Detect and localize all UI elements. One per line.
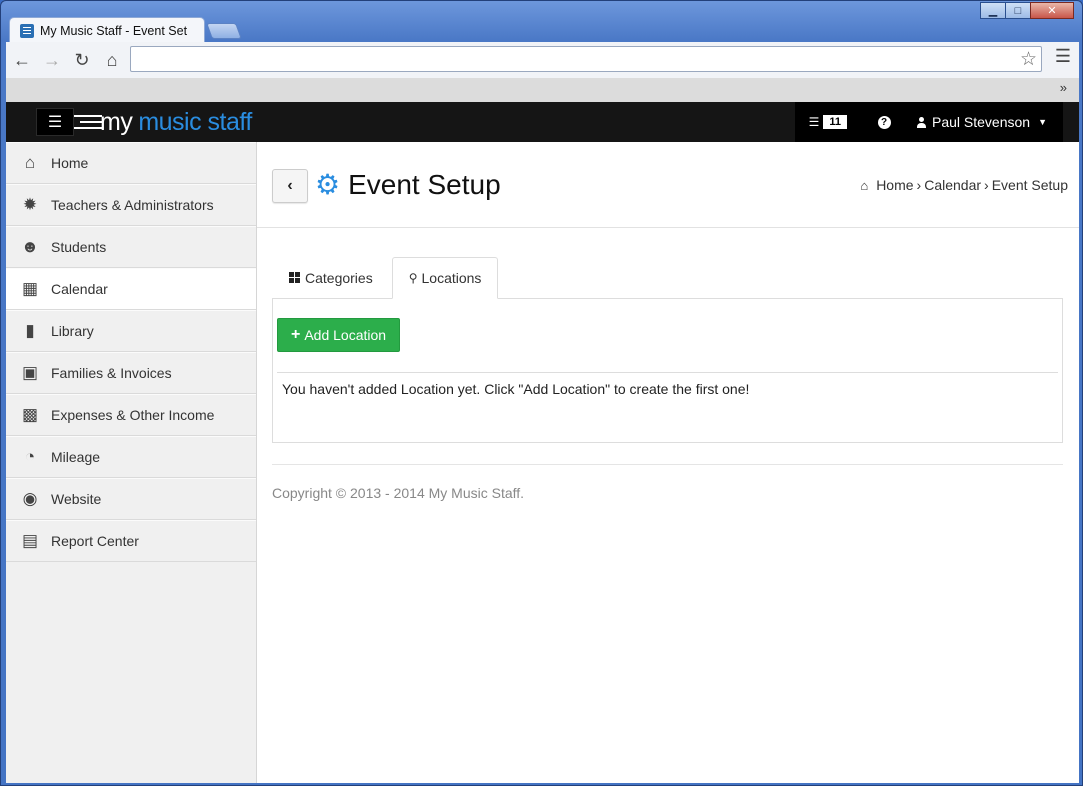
footer-divider bbox=[272, 464, 1063, 465]
page-title-text: Event Setup bbox=[348, 168, 501, 200]
rss-count-badge: 11 bbox=[823, 115, 847, 129]
main-content: ‹ ⚙ Event Setup ⌂ Home › Calendar › Even… bbox=[257, 142, 1079, 783]
breadcrumb-calendar[interactable]: Calendar bbox=[924, 177, 981, 193]
logo[interactable]: my music staff bbox=[74, 105, 252, 139]
browser-tab[interactable]: My Music Staff - Event Set bbox=[9, 17, 205, 43]
sidebar-item-label: Website bbox=[51, 491, 102, 507]
sidebar-item-mileage[interactable]: ◔ Mileage bbox=[6, 436, 256, 478]
book-icon: ▮ bbox=[25, 321, 35, 340]
back-button[interactable]: ‹ bbox=[272, 169, 308, 203]
empty-state-message: You haven't added Location yet. Click "A… bbox=[282, 381, 750, 397]
help-button[interactable]: ? bbox=[871, 102, 897, 142]
favicon-icon bbox=[20, 23, 34, 38]
page-title: ⚙ Event Setup bbox=[315, 168, 501, 201]
question-icon: ? bbox=[877, 115, 891, 129]
users-icon: ☻ bbox=[21, 237, 39, 256]
sidebar-item-label: Students bbox=[51, 239, 107, 255]
locations-panel: + Add Location You haven't added Locatio… bbox=[272, 298, 1063, 443]
maximize-button[interactable]: □ bbox=[1005, 2, 1031, 19]
reload-icon[interactable]: ↻ bbox=[68, 46, 96, 74]
sidebar-item-label: Library bbox=[51, 323, 94, 339]
sidebar: ⌂ Home ✹ Teachers & Administrators ☻ Stu… bbox=[6, 142, 257, 783]
rss-icon: ☰ bbox=[808, 115, 820, 129]
home-icon: ⌂ bbox=[24, 153, 36, 172]
sidebar-item-home[interactable]: ⌂ Home bbox=[6, 142, 256, 184]
minimize-button[interactable]: ▁ bbox=[980, 2, 1006, 19]
breadcrumb-current: Event Setup bbox=[991, 177, 1068, 193]
caret-down-icon: ▼ bbox=[1038, 117, 1047, 127]
sidebar-item-label: Expenses & Other Income bbox=[51, 407, 215, 423]
sidebar-item-teachers[interactable]: ✹ Teachers & Administrators bbox=[6, 184, 256, 226]
badge-icon: ✹ bbox=[22, 195, 38, 214]
close-button[interactable]: ✕ bbox=[1030, 2, 1074, 19]
browser-menu-icon[interactable]: ☰ bbox=[1055, 46, 1071, 67]
bookmarks-overflow-icon[interactable]: » bbox=[1060, 80, 1067, 95]
logo-text-rest: music staff bbox=[138, 107, 252, 136]
plus-icon: + bbox=[291, 326, 301, 343]
forward-arrow-icon[interactable]: → bbox=[38, 46, 66, 74]
tab-strip: My Music Staff - Event Set bbox=[9, 17, 242, 43]
gear-icon: ⚙ bbox=[315, 169, 341, 200]
content-tabs: Categories ⚲ Locations bbox=[272, 257, 1063, 299]
sidebar-item-label: Families & Invoices bbox=[51, 365, 172, 381]
breadcrumb-separator-icon: › bbox=[984, 177, 989, 193]
grid-icon bbox=[289, 272, 300, 283]
sidebar-item-label: Mileage bbox=[51, 449, 101, 465]
user-name: Paul Stevenson bbox=[932, 114, 1031, 130]
sidebar-item-students[interactable]: ☻ Students bbox=[6, 226, 256, 268]
app-viewport: ☰ my music staff ☰ 11 ? Paul Stevenson ▼ bbox=[6, 102, 1079, 783]
sidebar-item-label: Calendar bbox=[51, 281, 108, 297]
navbar-right: ☰ 11 ? Paul Stevenson ▼ bbox=[794, 102, 1063, 142]
sidebar-item-report-center[interactable]: ▤ Report Center bbox=[6, 520, 256, 562]
breadcrumb-home[interactable]: Home bbox=[876, 177, 913, 193]
logo-lines-icon bbox=[74, 115, 102, 129]
money-icon: ▣ bbox=[21, 363, 39, 382]
breadcrumb-separator-icon: › bbox=[916, 177, 922, 193]
tab-label: Categories bbox=[305, 269, 373, 286]
tab-categories[interactable]: Categories bbox=[272, 257, 390, 298]
calendar-icon: ▦ bbox=[21, 279, 39, 298]
top-navbar: ☰ my music staff ☰ 11 ? Paul Stevenson ▼ bbox=[6, 102, 1079, 142]
user-icon bbox=[917, 116, 926, 128]
map-marker-icon: ⚲ bbox=[408, 271, 418, 285]
chart-icon: ▩ bbox=[21, 405, 39, 424]
breadcrumb-home-icon: ⌂ bbox=[860, 177, 869, 193]
breadcrumb: ⌂ Home › Calendar › Event Setup bbox=[860, 177, 1068, 193]
sidebar-item-families[interactable]: ▣ Families & Invoices bbox=[6, 352, 256, 394]
tab-label: Locations bbox=[421, 270, 482, 286]
sidebar-item-website[interactable]: ◉ Website bbox=[6, 478, 256, 520]
dashboard-icon: ◔ bbox=[24, 447, 36, 466]
tab-locations[interactable]: ⚲ Locations bbox=[391, 257, 499, 299]
bookmark-star-icon[interactable]: ☆ bbox=[1020, 48, 1037, 71]
sidebar-item-label: Home bbox=[51, 155, 89, 171]
sidebar-item-label: Report Center bbox=[51, 533, 139, 549]
rss-feed-button[interactable]: ☰ 11 bbox=[795, 115, 863, 129]
sidebar-item-expenses[interactable]: ▩ Expenses & Other Income bbox=[6, 394, 256, 436]
browser-window: ▁ □ ✕ My Music Staff - Event Set ← → ↻ ⌂… bbox=[0, 0, 1083, 786]
tab-title: My Music Staff - Event Set bbox=[40, 23, 188, 38]
new-tab-button[interactable] bbox=[206, 23, 242, 39]
browser-toolbar: ← → ↻ ⌂ ☆ ☰ bbox=[6, 42, 1079, 78]
back-arrow-icon[interactable]: ← bbox=[8, 46, 36, 74]
sidebar-item-library[interactable]: ▮ Library bbox=[6, 310, 256, 352]
user-menu[interactable]: Paul Stevenson ▼ bbox=[905, 114, 1063, 130]
divider bbox=[277, 372, 1058, 373]
copyright-text: Copyright © 2013 - 2014 My Music Staff. bbox=[272, 485, 525, 501]
document-icon: ▤ bbox=[21, 531, 39, 550]
page-header: ‹ ⚙ Event Setup ⌂ Home › Calendar › Even… bbox=[257, 142, 1079, 228]
globe-icon: ◉ bbox=[22, 489, 38, 508]
hamburger-menu-icon[interactable]: ☰ bbox=[36, 108, 74, 136]
add-location-button[interactable]: + Add Location bbox=[277, 318, 401, 352]
add-location-label: Add Location bbox=[304, 327, 387, 343]
home-button-icon[interactable]: ⌂ bbox=[98, 46, 126, 74]
window-controls: ▁ □ ✕ bbox=[980, 2, 1074, 19]
sidebar-item-calendar[interactable]: ▦ Calendar bbox=[6, 268, 256, 310]
bookmarks-bar: » bbox=[6, 78, 1079, 102]
sidebar-item-label: Teachers & Administrators bbox=[51, 197, 214, 213]
logo-text-my: my bbox=[100, 107, 133, 136]
address-bar[interactable]: ☆ bbox=[130, 46, 1042, 72]
